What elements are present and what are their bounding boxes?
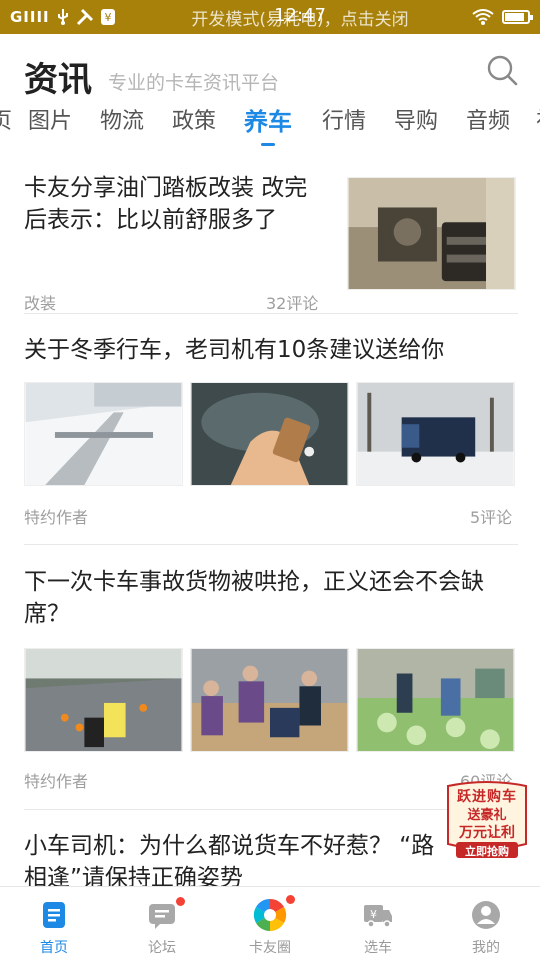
article-image: [190, 382, 349, 486]
nav-home[interactable]: 首页: [0, 887, 108, 960]
truck-friends-circle-icon: [253, 898, 287, 932]
battery-icon: [502, 10, 533, 24]
article-image: [24, 648, 183, 752]
tab-audio[interactable]: 音频: [466, 104, 510, 148]
article-image: [24, 382, 183, 486]
truck-price-icon: ¥: [364, 905, 392, 928]
tab-pictures[interactable]: 图片: [28, 104, 72, 148]
tab-shopping-guide[interactable]: 导购: [394, 104, 438, 148]
article-image: [190, 648, 349, 752]
promo-line1: 跃进购车: [457, 789, 517, 805]
usb-icon: [57, 9, 68, 25]
status-left-icons: GIIII ¥: [10, 8, 150, 26]
nav-choose-truck[interactable]: ¥ 选车: [324, 887, 432, 960]
nav-truck-friends-label: 卡友圈: [249, 940, 291, 956]
article-source: 特约作者: [24, 772, 89, 791]
page-title: 资讯: [24, 60, 92, 100]
category-tabs: 页 图片 物流 政策 养车 行情 导购 音频 视: [0, 104, 540, 152]
dev-mode-notice[interactable]: 开发模式(易耗电)，点击关闭 12:47: [150, 5, 450, 30]
article-image: [356, 648, 515, 752]
nav-truck-friends[interactable]: 卡友圈: [216, 887, 324, 960]
tools-icon: [76, 8, 93, 26]
svg-text:¥: ¥: [370, 908, 377, 921]
app-header: 资讯 专业的卡车资讯平台: [0, 34, 540, 110]
tab-partial-left[interactable]: 页: [0, 104, 12, 148]
tab-maintenance[interactable]: 养车: [244, 104, 292, 148]
article-comments: 5评论: [470, 508, 513, 527]
nav-home-label: 首页: [40, 940, 68, 956]
article-source: 特约作者: [24, 508, 89, 527]
article-comments: 32评论: [266, 294, 319, 313]
tab-maintenance-label: 养车: [244, 108, 292, 136]
divider: [24, 313, 518, 314]
forum-icon: [149, 904, 175, 929]
status-right-icons: [450, 9, 533, 25]
article-title: 小车司机：为什么都说货车不好惹？ “路相逢”请保持正确姿势: [24, 833, 435, 886]
article-title: 下一次卡车事故货物被哄抢，正义还会不会缺席？: [24, 569, 484, 627]
tab-partial-right[interactable]: 视: [536, 104, 540, 148]
home-news-icon: [43, 902, 65, 928]
clock: 12:47: [274, 4, 326, 26]
signal-indicator: GIIII: [10, 8, 50, 26]
article-item[interactable]: 卡友分享油门踏板改装 改完后表示：比以前舒服多了 改装 32评论: [24, 172, 518, 313]
page-slogan: 专业的卡车资讯平台: [108, 72, 280, 94]
article-title: 卡友分享油门踏板改装 改完后表示：比以前舒服多了: [24, 175, 308, 233]
profile-avatar-icon: [472, 901, 500, 929]
nav-choose-truck-label: 选车: [364, 940, 392, 956]
notification-icon: ¥: [100, 9, 115, 25]
promo-line3: 万元让利: [459, 825, 515, 841]
status-bar: GIIII ¥ 开发模式(易耗电)，点击关闭 12:47: [0, 0, 540, 34]
article-item[interactable]: 下一次卡车事故货物被哄抢，正义还会不会缺席？ 特约作者 60评论: [24, 566, 518, 791]
article-title: 关于冬季行车，老司机有10条建议送给你: [24, 337, 445, 363]
promo-badge[interactable]: 跃进购车 送豪礼 万元让利 立即抢购: [444, 780, 530, 862]
promo-line2: 送豪礼: [467, 808, 507, 823]
bottom-navigation: 首页 论坛 卡友圈 ¥ 选车 我的: [0, 886, 540, 960]
tab-logistics[interactable]: 物流: [100, 104, 144, 148]
svg-text:¥: ¥: [104, 11, 111, 24]
divider: [24, 544, 518, 545]
tab-market[interactable]: 行情: [322, 104, 366, 148]
news-feed[interactable]: 卡友分享油门踏板改装 改完后表示：比以前舒服多了 改装 32评论 关于冬季行车，…: [0, 152, 540, 886]
search-icon[interactable]: [486, 54, 518, 86]
promo-buy-button[interactable]: 立即抢购: [456, 843, 518, 859]
wifi-icon: [472, 9, 494, 25]
nav-profile-label: 我的: [472, 940, 500, 956]
nav-forum-label: 论坛: [148, 940, 176, 956]
article-image: [356, 382, 515, 486]
article-item[interactable]: 关于冬季行车，老司机有10条建议送给你 特约作者 5评论: [24, 334, 518, 527]
active-tab-indicator: [261, 143, 275, 146]
truck-friends-notification-dot: [286, 895, 295, 904]
nav-forum[interactable]: 论坛: [108, 887, 216, 960]
forum-notification-dot: [176, 897, 185, 906]
tab-policy[interactable]: 政策: [172, 104, 216, 148]
article-thumbnail: [347, 177, 516, 290]
nav-profile[interactable]: 我的: [432, 887, 540, 960]
article-source: 改装: [24, 294, 57, 313]
